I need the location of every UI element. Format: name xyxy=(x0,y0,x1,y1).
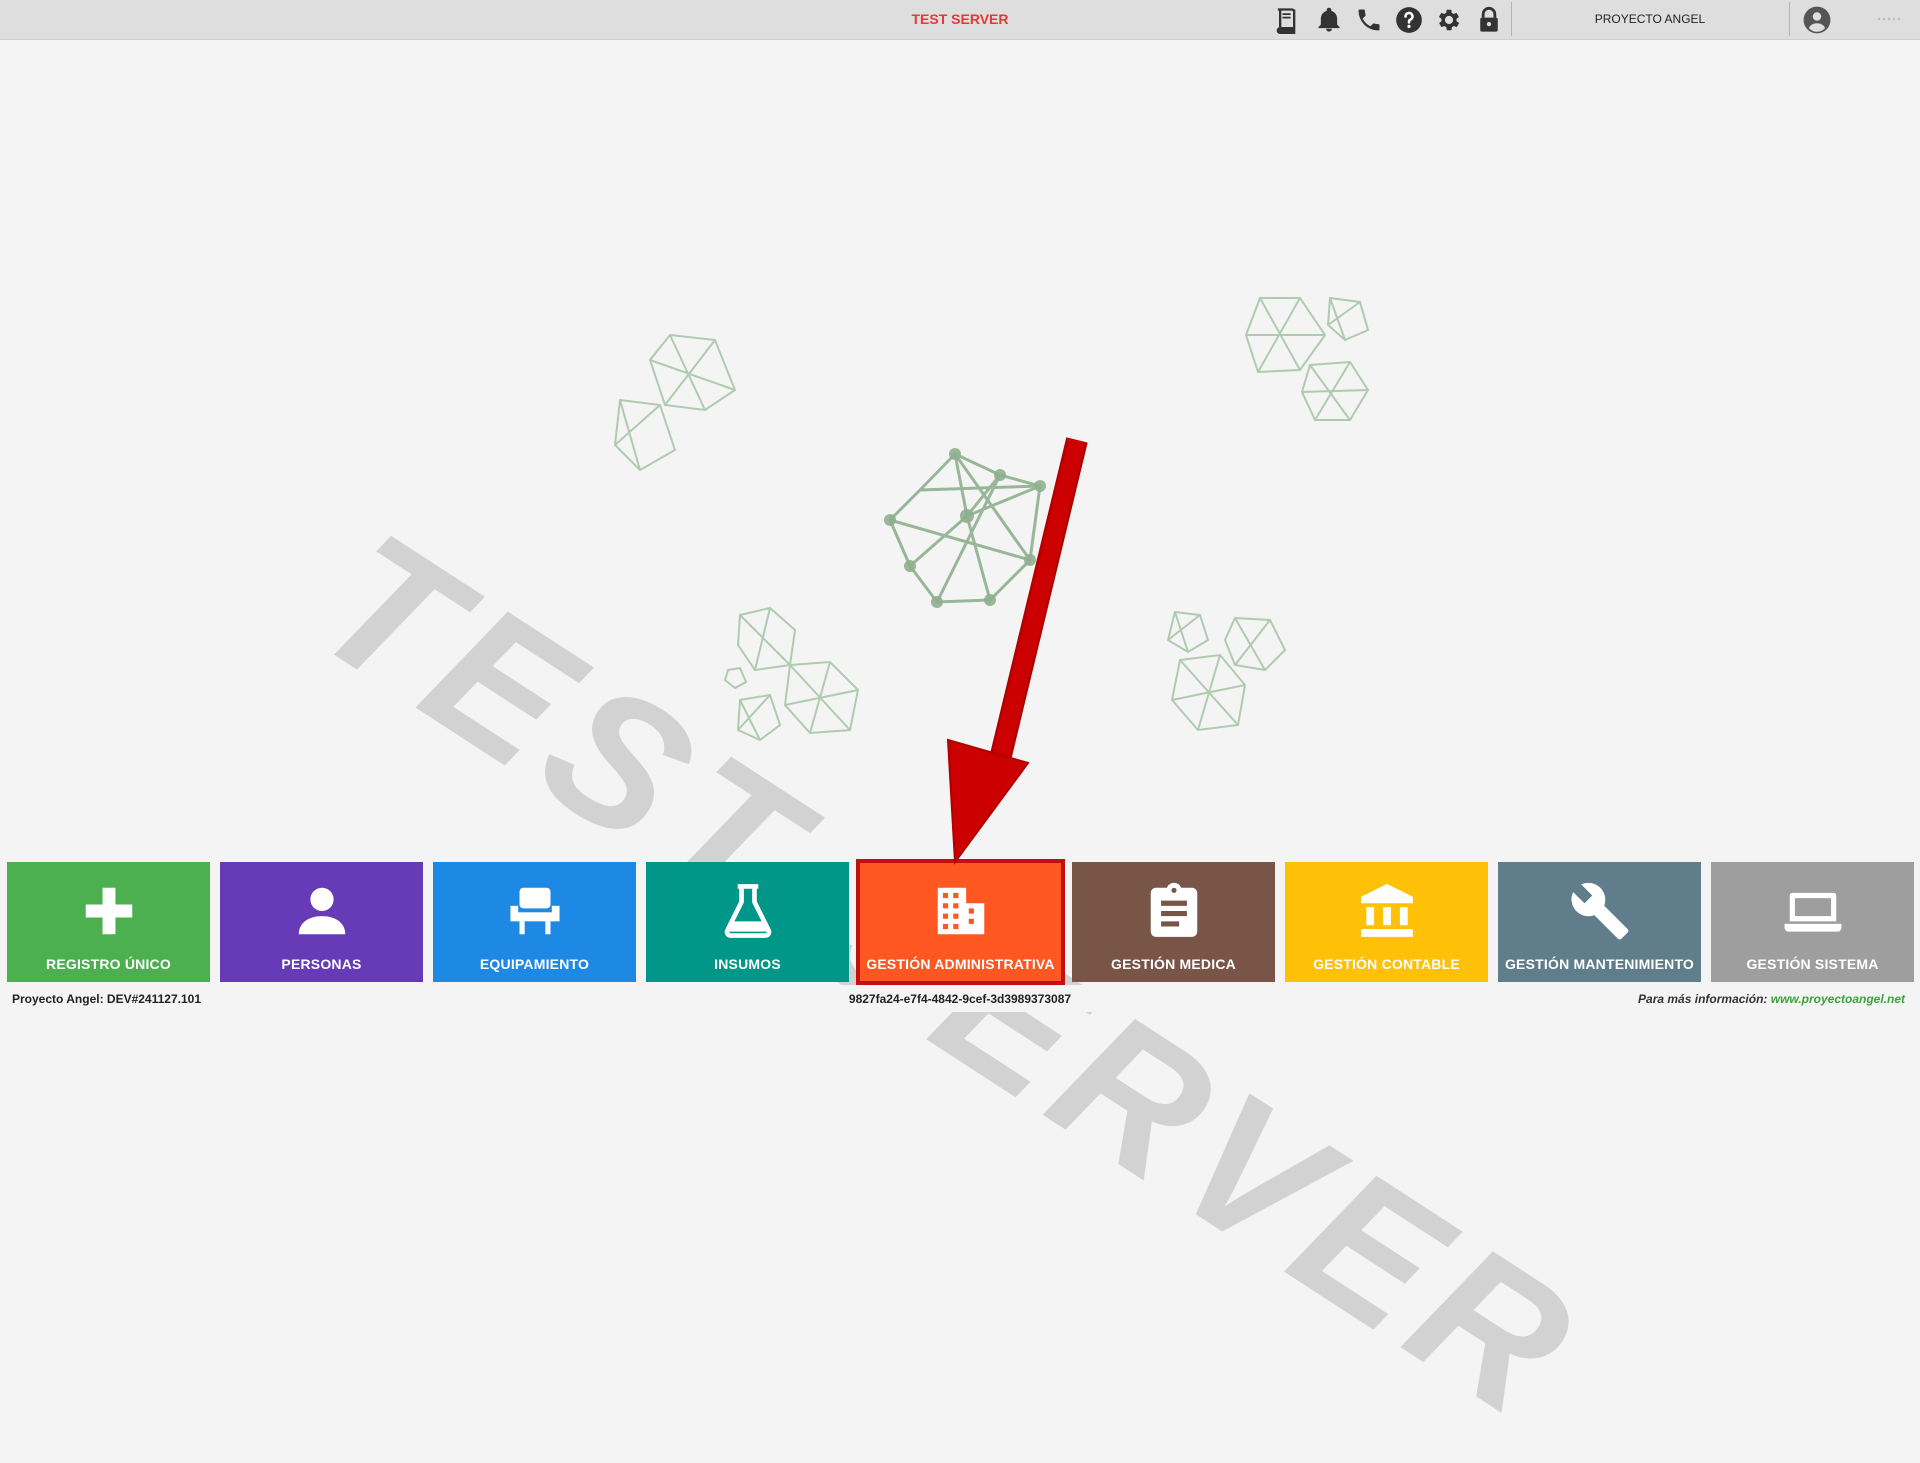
tile-label: GESTIÓN SISTEMA xyxy=(1746,956,1879,972)
tile-insumos[interactable]: INSUMOS xyxy=(646,862,849,982)
main-stage: TEST SERVER xyxy=(0,40,1920,1461)
tile-label: GESTIÓN MANTENIMIENTO xyxy=(1504,956,1695,972)
person-icon xyxy=(220,880,423,942)
tile-label: PERSONAS xyxy=(281,956,362,972)
gear-icon[interactable] xyxy=(1433,4,1465,36)
server-title: TEST SERVER xyxy=(911,11,1009,27)
molecule-decoration xyxy=(613,296,1370,742)
phone-icon[interactable] xyxy=(1353,4,1385,36)
lock-icon[interactable] xyxy=(1473,4,1505,36)
wrench-icon xyxy=(1498,880,1701,942)
top-bar: TEST SERVER PROYECTO ANGEL xyxy=(0,0,1920,40)
session-id: 9827fa24-e7f4-4842-9cef-3d3989373087 xyxy=(848,992,1072,1006)
bank-icon xyxy=(1285,880,1488,942)
header-divider xyxy=(1511,2,1512,36)
overflow-dots-icon[interactable] xyxy=(1876,17,1906,21)
tile-gestion-medica[interactable]: GESTIÓN MEDICA xyxy=(1072,862,1275,982)
chair-icon xyxy=(433,880,636,942)
tile-gestion-administrativa[interactable]: GESTIÓN ADMINISTRATIVA xyxy=(856,859,1065,985)
tile-equipamiento[interactable]: EQUIPAMIENTO xyxy=(433,862,636,982)
bell-icon[interactable] xyxy=(1313,4,1345,36)
tile-label: GESTIÓN MEDICA xyxy=(1111,956,1236,972)
clipboard-icon xyxy=(1072,880,1275,942)
book-icon[interactable] xyxy=(1270,4,1302,36)
building-icon xyxy=(859,880,1062,942)
tile-gestion-contable[interactable]: GESTIÓN CONTABLE xyxy=(1285,862,1488,982)
help-icon[interactable] xyxy=(1393,4,1425,36)
tile-label: INSUMOS xyxy=(714,956,781,972)
flask-icon xyxy=(646,880,849,942)
tile-registro-unico[interactable]: REGISTRO ÚNICO xyxy=(7,862,210,982)
tile-gestion-mantenimiento[interactable]: GESTIÓN MANTENIMIENTO xyxy=(1498,862,1701,982)
footer: Proyecto Angel: DEV#241127.101 9827fa24-… xyxy=(0,985,1920,1012)
tile-label: REGISTRO ÚNICO xyxy=(46,956,171,972)
info-prefix: Para más información: xyxy=(1638,992,1768,1006)
info-text: Para más información: www.proyectoangel.… xyxy=(1638,992,1905,1006)
plus-icon xyxy=(7,880,210,942)
header-divider xyxy=(1789,2,1790,36)
tile-label: GESTIÓN CONTABLE xyxy=(1313,956,1460,972)
tile-label: GESTIÓN ADMINISTRATIVA xyxy=(866,956,1055,972)
user-circle-icon[interactable] xyxy=(1801,4,1833,36)
laptop-icon xyxy=(1711,880,1914,942)
tile-personas[interactable]: PERSONAS xyxy=(220,862,423,982)
website-link[interactable]: www.proyectoangel.net xyxy=(1771,992,1905,1006)
version-label: Proyecto Angel: DEV#241127.101 xyxy=(12,992,201,1006)
tile-gestion-sistema[interactable]: GESTIÓN SISTEMA xyxy=(1711,862,1914,982)
project-name: PROYECTO ANGEL xyxy=(1594,12,1706,26)
module-tiles: REGISTRO ÚNICO PERSONAS EQUIPAMIENTO INS… xyxy=(7,859,1917,985)
tile-label: EQUIPAMIENTO xyxy=(479,956,590,972)
